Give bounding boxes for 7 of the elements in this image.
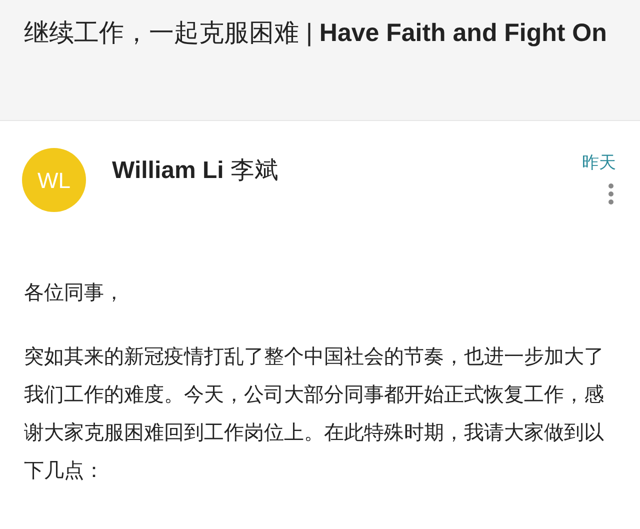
sender-name: William Li 李斌 <box>112 156 278 186</box>
email-subject: 继续工作，一起克服困难 | Have Faith and Fight On <box>24 18 608 49</box>
more-icon[interactable] <box>608 182 614 206</box>
body-paragraph: 突如其来的新冠疫情打乱了整个中国社会的节奏，也进一步加大了我们工作的难度。今天，公司大部分同事都开始正式恢复工作，感谢大家克服困难回到工作岗位上。在此特殊时期，我请大家做到以下几点： <box>24 345 605 484</box>
avatar: WL <box>22 148 86 212</box>
date-label: 昨天 <box>582 152 616 174</box>
body-paragraph: 各位同事， <box>24 281 125 306</box>
